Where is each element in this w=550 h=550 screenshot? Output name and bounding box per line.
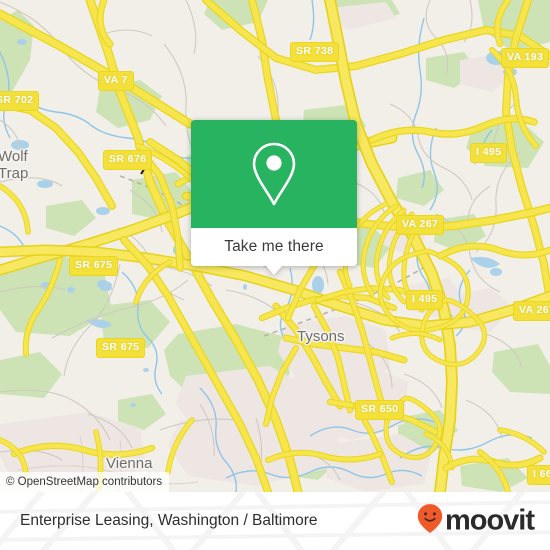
place-label-tysons: Tysons bbox=[297, 328, 345, 345]
road-shield-sr-650: SR 650 bbox=[355, 400, 405, 420]
moovit-pin-smiley-icon bbox=[417, 504, 443, 539]
page-title: Enterprise Leasing, Washington / Baltimo… bbox=[20, 512, 318, 529]
road-shield-i-495-north: I 495 bbox=[470, 143, 508, 163]
road-shield-i-495-south: I 495 bbox=[406, 290, 444, 310]
moovit-logo[interactable]: moovit bbox=[417, 504, 535, 539]
moovit-wordmark: moovit bbox=[444, 504, 535, 537]
road-shield-sr-738: SR 738 bbox=[290, 42, 340, 62]
place-label-wolf-trap: Wolf Trap bbox=[0, 148, 29, 182]
road-shield-i-66: I 66 bbox=[527, 465, 550, 485]
callout-image-area bbox=[191, 120, 357, 228]
moovit-map-screen: .park { fill:#cde3b5; } .wood { fill:#c8… bbox=[0, 0, 550, 550]
road-shield-va-267-east: VA 267 bbox=[513, 301, 550, 321]
road-shield-va-193: VA 193 bbox=[501, 48, 550, 68]
road-shield-sr-675-south: SR 675 bbox=[96, 338, 146, 358]
take-me-there-label: Take me there bbox=[224, 238, 324, 255]
road-shield-sr-675-north: SR 675 bbox=[69, 256, 119, 276]
map-callout[interactable]: Take me there bbox=[191, 120, 357, 275]
callout-action-area[interactable]: Take me there bbox=[191, 228, 357, 275]
road-shield-sr-702: SR 702 bbox=[0, 91, 40, 111]
road-shield-va-267-west: VA 267 bbox=[396, 215, 445, 235]
map-canvas[interactable]: .park { fill:#cde3b5; } .wood { fill:#c8… bbox=[0, 0, 550, 492]
road-shield-sr-676: SR 676 bbox=[103, 150, 153, 170]
place-label-vienna: Vienna bbox=[106, 455, 153, 472]
road-shield-va-7: VA 7 bbox=[98, 71, 134, 91]
map-attribution[interactable]: © OpenStreetMap contributors bbox=[0, 472, 170, 492]
callout-tail bbox=[265, 265, 283, 275]
footer-bar: Enterprise Leasing, Washington / Baltimo… bbox=[0, 492, 550, 550]
map-pin-icon bbox=[248, 140, 300, 208]
